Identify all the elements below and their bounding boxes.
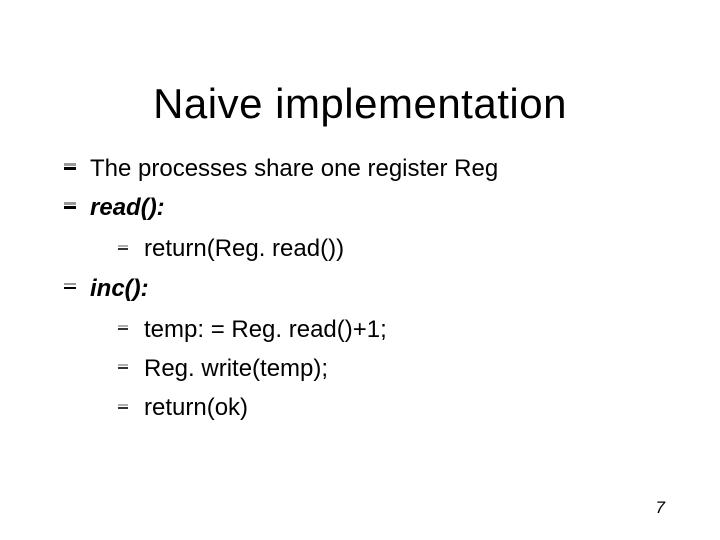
bullet-inc-body1: temp: = Reg. read()+1;	[114, 311, 680, 348]
read-sublist: return(Reg. read())	[90, 230, 680, 267]
bullet-intro-text: The processes share one register Reg	[90, 155, 498, 182]
slide: Naive implementation The processes share…	[0, 0, 720, 540]
inc-sublist: temp: = Reg. read()+1; Reg. write(temp);…	[90, 311, 680, 427]
page-number: 7	[656, 498, 665, 518]
bullet-inc-body1-text: temp: = Reg. read()+1;	[144, 316, 387, 343]
bullet-inc-label: inc(): temp: = Reg. read()+1; Reg. write…	[60, 270, 680, 427]
slide-title: Naive implementation	[0, 0, 720, 128]
bullet-read-body: return(Reg. read())	[114, 230, 680, 267]
bullet-read-body-text: return(Reg. read())	[144, 235, 344, 262]
bullet-inc-body2: Reg. write(temp);	[114, 350, 680, 387]
bullet-list: The processes share one register Reg rea…	[60, 150, 680, 426]
slide-content: The processes share one register Reg rea…	[0, 128, 720, 426]
bullet-inc-body2-text: Reg. write(temp);	[144, 355, 328, 382]
bullet-intro: The processes share one register Reg	[60, 150, 680, 187]
bullet-read-label: read(): return(Reg. read())	[60, 189, 680, 267]
bullet-inc-body3: return(ok)	[114, 389, 680, 426]
bullet-inc-label-text: inc():	[90, 275, 149, 302]
bullet-inc-body3-text: return(ok)	[144, 394, 248, 421]
bullet-read-label-text: read():	[90, 194, 165, 221]
